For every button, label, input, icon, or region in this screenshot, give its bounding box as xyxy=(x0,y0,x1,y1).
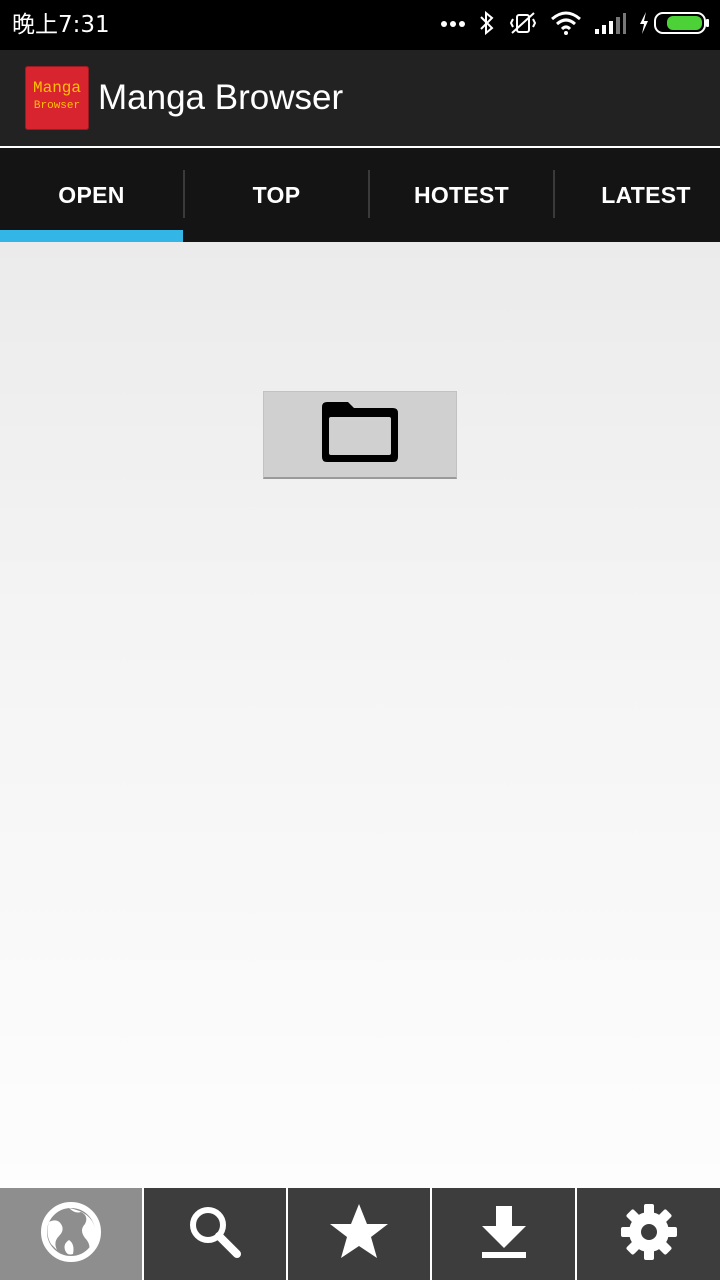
tab-top[interactable]: TOP xyxy=(185,148,368,242)
bottom-nav xyxy=(0,1188,720,1280)
nav-search-button[interactable] xyxy=(144,1188,286,1280)
logo-text-manga: Manga xyxy=(32,79,81,97)
status-icons xyxy=(428,8,710,42)
more-dots-icon xyxy=(440,16,466,34)
app-logo[interactable]: Manga Browser xyxy=(25,66,89,130)
signal-icon xyxy=(594,11,626,40)
nav-settings-button[interactable] xyxy=(577,1188,720,1280)
logo-text-browser: Browser xyxy=(33,100,81,112)
open-folder-button[interactable] xyxy=(263,391,457,479)
nav-favorites-button[interactable] xyxy=(288,1188,430,1280)
action-bar: Manga Browser Manga Browser xyxy=(0,50,720,146)
nav-downloads-button[interactable] xyxy=(432,1188,575,1280)
tab-hotest[interactable]: HOTEST xyxy=(370,148,553,242)
battery-icon xyxy=(654,11,710,40)
gear-icon xyxy=(617,1200,681,1269)
bluetooth-icon xyxy=(478,10,496,41)
search-icon xyxy=(185,1202,245,1267)
tab-bar: OPEN TOP HOTEST LATEST xyxy=(0,148,720,242)
tab-latest[interactable]: LATEST xyxy=(555,148,720,242)
status-bar: 晚上7:31 xyxy=(0,0,720,50)
tab-selected-indicator xyxy=(0,230,183,242)
status-time: 晚上7:31 xyxy=(12,12,110,38)
nav-browse-button[interactable] xyxy=(0,1188,142,1280)
globe-icon xyxy=(39,1200,103,1269)
charging-icon xyxy=(638,11,650,40)
wifi-icon xyxy=(550,11,582,40)
star-icon xyxy=(327,1200,391,1269)
folder-icon xyxy=(318,397,402,472)
tab-open[interactable]: OPEN xyxy=(0,148,183,242)
app-title: Manga Browser xyxy=(98,78,344,117)
download-icon xyxy=(476,1202,532,1267)
vibrate-off-icon xyxy=(508,10,538,41)
content-area xyxy=(0,242,720,1188)
